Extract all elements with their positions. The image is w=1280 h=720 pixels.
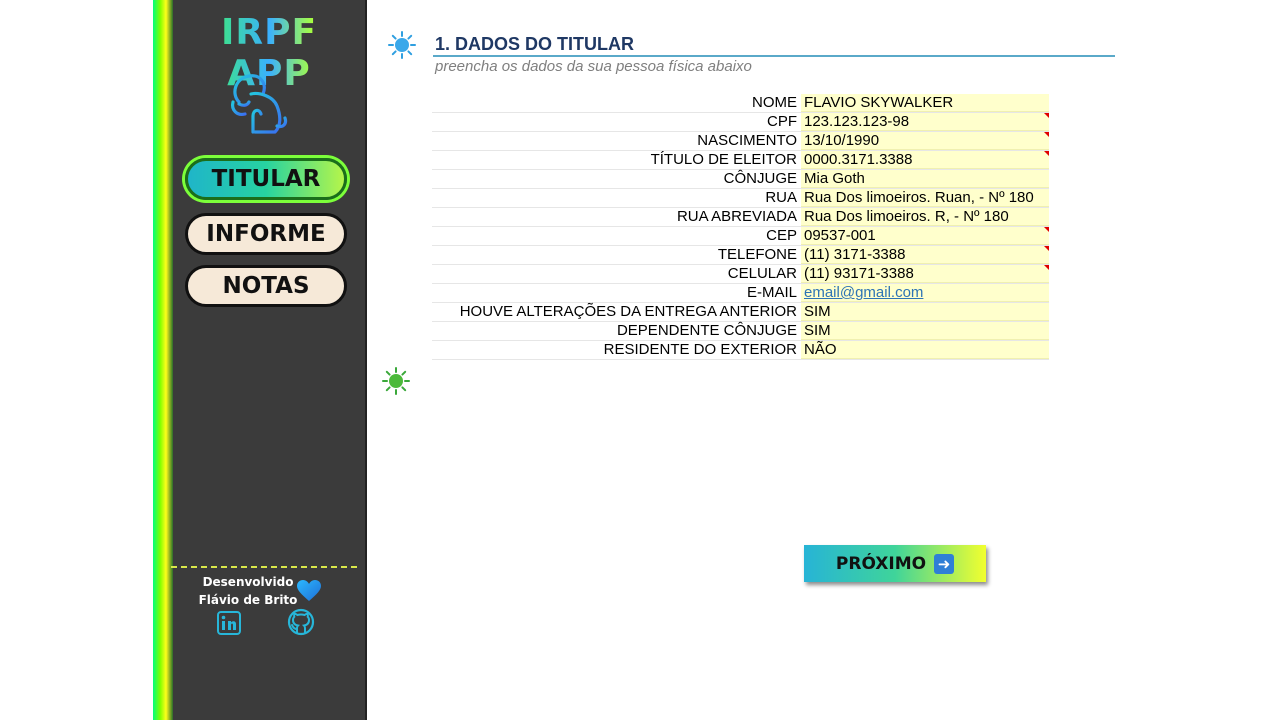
field-value[interactable]: SIM <box>801 322 1049 340</box>
sun-blue-icon <box>388 31 416 59</box>
field-value-text: 09537-001 <box>804 227 876 244</box>
field-value[interactable]: (11) 3171-3388 <box>801 246 1049 264</box>
field-value-text: SIM <box>804 303 831 320</box>
linkedin-icon[interactable] <box>217 611 241 635</box>
field-value[interactable]: FLAVIO SKYWALKER <box>801 94 1049 112</box>
field-value[interactable]: Mia Goth <box>801 170 1049 188</box>
field-label: NASCIMENTO <box>697 132 797 149</box>
developer-credit-line1: Desenvolvido <box>202 575 294 589</box>
field-value[interactable]: Rua Dos limoeiros. R, - Nº 180 <box>801 208 1049 226</box>
field-value[interactable]: NÃO <box>801 341 1049 359</box>
field-value[interactable]: 123.123.123-98 <box>801 113 1049 131</box>
form-row: E-MAIL email@gmail.com <box>432 284 1049 303</box>
heart-icon <box>297 580 321 601</box>
field-value-text: SIM <box>804 322 831 339</box>
field-label: RUA ABREVIADA <box>676 208 797 225</box>
field-value[interactable]: (11) 93171-3388 <box>801 265 1049 283</box>
field-value-text: FLAVIO SKYWALKER <box>804 94 954 111</box>
section-title-underline <box>433 55 1115 57</box>
field-label: NOME <box>752 94 797 111</box>
sidebar-divider <box>171 566 357 568</box>
sidebar-stripe <box>153 0 173 720</box>
field-value[interactable]: Rua Dos limoeiros. Ruan, - Nº 180 <box>801 189 1049 207</box>
nav-button-titular[interactable]: TITULAR <box>185 158 347 200</box>
field-label: CELULAR <box>727 265 797 282</box>
comment-marker[interactable] <box>1044 246 1049 251</box>
field-label: TELEFONE <box>717 246 797 263</box>
next-button-label: PRÓXIMO <box>835 553 927 574</box>
form-row: DEPENDENTE CÔNJUGE SIM <box>432 322 1049 341</box>
comment-marker[interactable] <box>1044 113 1049 118</box>
form-row: CELULAR (11) 93171-3388 <box>432 265 1049 284</box>
lion-icon <box>231 74 288 134</box>
field-label: TÍTULO DE ELEITOR <box>650 151 797 168</box>
field-value[interactable]: SIM <box>801 303 1049 321</box>
comment-marker[interactable] <box>1044 227 1049 232</box>
form-row: RUA Rua Dos limoeiros. Ruan, - Nº 180 <box>432 189 1049 208</box>
field-label: RUA <box>765 189 797 206</box>
field-label: RESIDENTE DO EXTERIOR <box>603 341 797 358</box>
form-row: NOME FLAVIO SKYWALKER <box>432 94 1049 113</box>
form-row: HOUVE ALTERAÇÕES DA ENTREGA ANTERIOR SIM <box>432 303 1049 322</box>
field-label: HOUVE ALTERAÇÕES DA ENTREGA ANTERIOR <box>459 303 797 320</box>
field-value[interactable]: email@gmail.com <box>801 284 1049 302</box>
next-button[interactable]: PRÓXIMO ➜ <box>804 545 986 582</box>
sidebar: IRPF APP TITULAR INFORME NOTAS Desenvolv… <box>153 0 367 720</box>
field-value-text: 0000.3171.3388 <box>804 151 913 168</box>
section-subtitle: preencha os dados da sua pessoa física a… <box>435 58 752 75</box>
field-label: CPF <box>767 113 797 130</box>
form-row: CEP 09537-001 <box>432 227 1049 246</box>
field-label: CEP <box>766 227 797 244</box>
field-label: DEPENDENTE CÔNJUGE <box>616 322 797 339</box>
field-value-text: Mia Goth <box>804 170 865 187</box>
field-value-text: 13/10/1990 <box>804 132 880 149</box>
section-title: 1. DADOS DO TITULAR <box>435 34 635 54</box>
field-value-text: Rua Dos limoeiros. R, - Nº 180 <box>804 208 1009 225</box>
comment-marker[interactable] <box>1044 265 1049 270</box>
field-label: CÔNJUGE <box>723 170 797 187</box>
nav-button-informe[interactable]: INFORME <box>185 213 347 255</box>
field-value-text: 123.123.123-98 <box>804 113 910 130</box>
form-row: RESIDENTE DO EXTERIOR NÃO <box>432 341 1049 360</box>
field-value[interactable]: 09537-001 <box>801 227 1049 245</box>
field-value-text: (11) 93171-3388 <box>804 265 914 282</box>
form-row: NASCIMENTO 13/10/1990 <box>432 132 1049 151</box>
field-value-text: (11) 3171-3388 <box>804 246 906 263</box>
form-row: TELEFONE (11) 3171-3388 <box>432 246 1049 265</box>
field-label: E-MAIL <box>746 284 797 301</box>
field-value-text: NÃO <box>804 341 837 358</box>
github-icon[interactable] <box>287 608 315 636</box>
comment-marker[interactable] <box>1044 151 1049 156</box>
form-row: CÔNJUGE Mia Goth <box>432 170 1049 189</box>
comment-marker[interactable] <box>1044 132 1049 137</box>
field-value[interactable]: 13/10/1990 <box>801 132 1049 150</box>
form-row: TÍTULO DE ELEITOR 0000.3171.3388 <box>432 151 1049 170</box>
field-value[interactable]: 0000.3171.3388 <box>801 151 1049 169</box>
field-value-text: email@gmail.com <box>804 284 924 301</box>
developer-credit: Desenvolvido Flávio de Brito <box>193 573 303 609</box>
sun-green-icon <box>382 367 410 395</box>
form-row: CPF 123.123.123-98 <box>432 113 1049 132</box>
arrow-right-icon: ➜ <box>934 553 955 574</box>
developer-credit-line2: Flávio de Brito <box>198 593 298 607</box>
nav-button-notas[interactable]: NOTAS <box>185 265 347 307</box>
field-value-text: Rua Dos limoeiros. Ruan, - Nº 180 <box>804 189 1034 206</box>
titular-form: NOME FLAVIO SKYWALKER CPF 123.123.123-98 NAS… <box>432 94 1049 360</box>
form-row: RUA ABREVIADA Rua Dos limoeiros. R, - Nº … <box>432 208 1049 227</box>
